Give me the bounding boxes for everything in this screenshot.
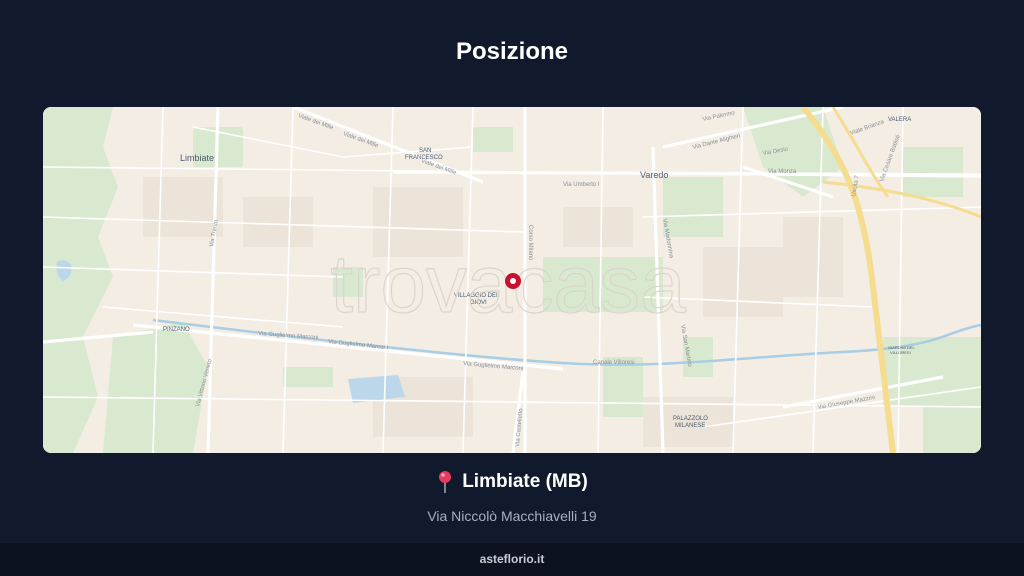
footer-site[interactable]: asteflorio.it [0,543,1024,576]
street-label: Canale Villoresi [593,360,635,366]
page-title: Posizione [455,38,569,65]
street-label: Via Monza [768,169,797,175]
place-label-valera: VALERA [888,117,911,123]
place-label-palazzolo: MILANESE [675,423,705,429]
place-label-giardini: VILLORESI [890,350,911,355]
place-label-san-francesco: SAN [419,148,431,154]
place-label-pinzano: PINZANO [163,327,190,333]
location-city-line: Limbiate (MB) [436,470,588,494]
location-info: Limbiate (MB) Via Niccolò Macchiavelli 1… [0,470,1024,524]
place-label-san-francesco: FRANCESCO [405,155,443,161]
street-label: Via Umberto I [563,182,600,188]
location-marker[interactable] [505,273,521,289]
place-label-limbiate: Limbiate [180,153,214,163]
location-address: Via Niccolò Macchiavelli 19 [427,508,597,524]
place-label-varedo: Varedo [640,170,668,180]
place-label-palazzolo: PALAZZOLO [673,416,708,422]
map-view[interactable]: Viale dei Mille Viale dei Mille Viale de… [43,107,981,453]
location-city: Limbiate (MB) [462,471,588,492]
map-pin-icon [436,470,454,494]
